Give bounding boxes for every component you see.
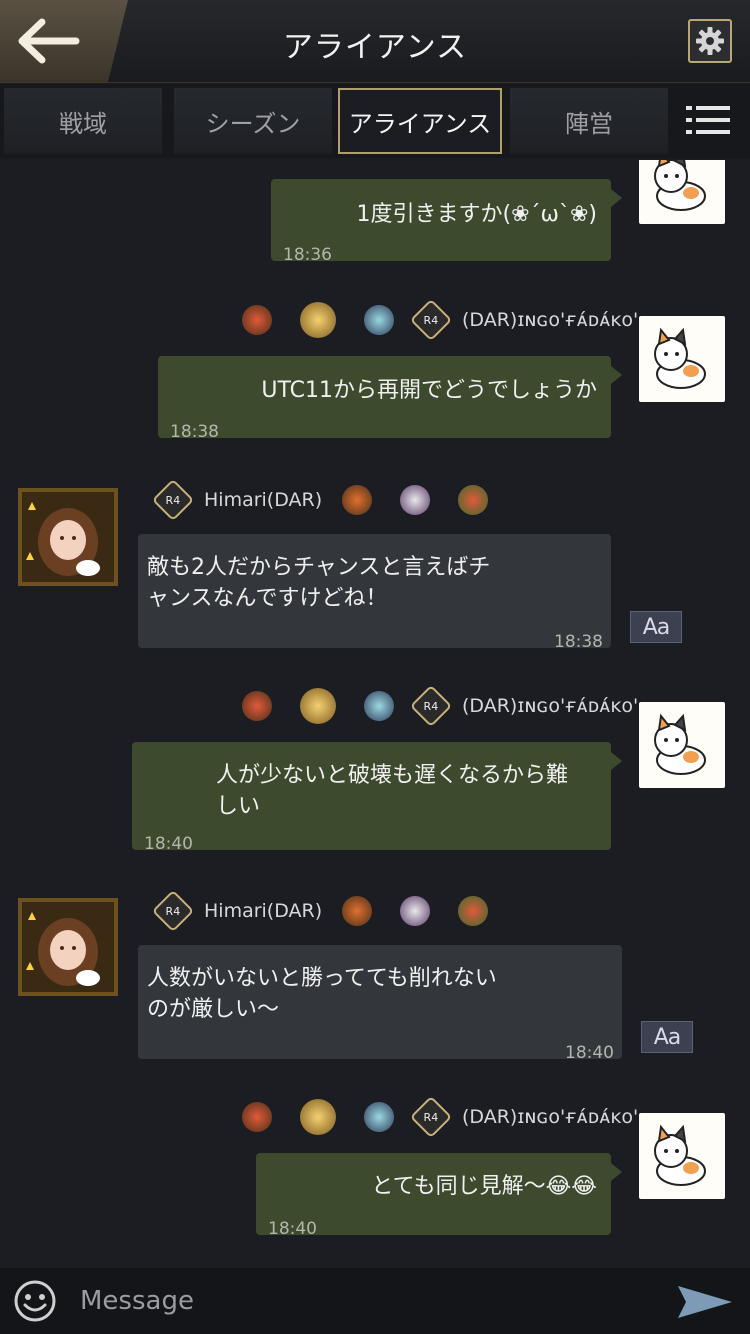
message-text: 人数がいないと勝ってても削れない のが厳しい〜 <box>147 966 497 1022</box>
avatar[interactable] <box>18 488 118 586</box>
message-text: 敵も2人だからチャンスと言えばチ ャンスなんですけどね！ <box>147 555 491 611</box>
avatar[interactable] <box>639 160 725 224</box>
gear-icon <box>696 27 724 55</box>
message-text: 1度引きますか(❀´ω`❀) <box>356 202 597 227</box>
gold-crest-badge-icon <box>300 302 336 338</box>
sender-name[interactable]: (DAR)ɪɴɢᴏ'ғᴀ́ᴅᴀ́ᴋᴏ' <box>462 309 638 331</box>
message-bubble[interactable]: 人が少ないと破壊も遅くなるから難 しい 18:40 <box>132 742 611 854</box>
message-bubble[interactable]: 敵も2人だからチャンスと言えばチ ャンスなんですけどね！ 18:38 <box>138 534 611 652</box>
sender-row: R4 (DAR)ɪɴɢᴏ'ғᴀ́ᴅᴀ́ᴋᴏ' <box>228 684 638 728</box>
rank-badge: R4 <box>409 298 453 342</box>
list-menu-icon[interactable] <box>686 104 730 136</box>
bubble-tail <box>611 189 622 207</box>
settings-button[interactable] <box>688 19 732 63</box>
message-text: とても同じ見解〜😂😂 <box>371 1174 597 1199</box>
tab-season[interactable]: シーズン <box>174 88 332 154</box>
shield-badge-icon <box>364 1102 394 1132</box>
rank-badge: R4 <box>151 478 195 522</box>
message-bubble[interactable]: とても同じ見解〜😂😂 18:40 <box>256 1153 611 1239</box>
wreath-badge-icon <box>458 485 489 515</box>
page-title: アライアンス <box>282 30 468 65</box>
tab-theater[interactable]: 戦域 <box>4 88 162 154</box>
cat-icon <box>654 327 706 389</box>
sender-name[interactable]: (DAR)ɪɴɢᴏ'ғᴀ́ᴅᴀ́ᴋᴏ' <box>462 1106 638 1128</box>
avatar[interactable] <box>18 898 118 996</box>
crest-badge-icon <box>342 485 373 515</box>
heart-badge-icon <box>242 691 272 721</box>
message-bubble[interactable]: 人数がいないと勝ってても削れない のが厳しい〜 18:40 <box>138 945 622 1063</box>
message-text: UTC11から再開でどうでしょうか <box>261 378 597 403</box>
crest-badge-icon <box>342 896 373 926</box>
header: アライアンス <box>0 0 750 83</box>
girl-portrait-icon <box>22 902 114 992</box>
cat-icon <box>654 713 706 775</box>
wreath-badge-icon <box>458 896 489 926</box>
sender-row: R4 Himari(DAR) <box>150 478 502 522</box>
heart-badge-icon <box>242 305 272 335</box>
tab-bar: 戦域 シーズン アライアンス 陣営 <box>0 84 750 158</box>
message-time: 18:40 <box>268 1219 317 1239</box>
bubble-tail <box>611 366 622 384</box>
message-time: 18:36 <box>283 245 332 265</box>
message-time: 18:38 <box>554 632 603 652</box>
bubble-tail <box>611 752 622 770</box>
rank-badge: R4 <box>409 1095 453 1139</box>
cat-icon <box>654 160 706 211</box>
sender-name[interactable]: (DAR)ɪɴɢᴏ'ғᴀ́ᴅᴀ́ᴋᴏ' <box>462 695 638 717</box>
number-badge-icon <box>400 485 431 515</box>
message-text: 人が少ないと破壊も遅くなるから難 しい <box>216 763 569 819</box>
sender-row: R4 (DAR)ɪɴɢᴏ'ғᴀ́ᴅᴀ́ᴋᴏ' <box>228 298 638 342</box>
tab-alliance[interactable]: アライアンス <box>338 88 502 154</box>
translate-button[interactable]: Aa <box>641 1021 693 1053</box>
message-time: 18:38 <box>170 422 219 442</box>
bubble-tail <box>611 1163 622 1181</box>
sender-row: R4 (DAR)ɪɴɢᴏ'ғᴀ́ᴅᴀ́ᴋᴏ' <box>228 1095 638 1139</box>
sender-row: R4 Himari(DAR) <box>150 889 502 933</box>
message-bubble[interactable]: 1度引きますか(❀´ω`❀) 18:36 <box>271 179 611 265</box>
rank-badge: R4 <box>151 889 195 933</box>
heart-badge-icon <box>242 1102 272 1132</box>
avatar[interactable] <box>639 316 725 402</box>
sender-name[interactable]: Himari(DAR) <box>204 489 322 511</box>
gold-crest-badge-icon <box>300 688 336 724</box>
avatar[interactable] <box>639 1113 725 1199</box>
shield-badge-icon <box>364 305 394 335</box>
chat-area[interactable]: 1度引きますか(❀´ω`❀) 18:36 R4 (DAR)ɪɴɢᴏ'ғᴀ́ᴅᴀ́… <box>0 160 750 1268</box>
gold-crest-badge-icon <box>300 1099 336 1135</box>
message-input-bar: Message <box>0 1268 750 1334</box>
tab-faction[interactable]: 陣営 <box>510 88 668 154</box>
smiley-icon[interactable] <box>14 1280 56 1322</box>
rank-badge: R4 <box>409 684 453 728</box>
message-time: 18:40 <box>565 1043 614 1063</box>
translate-button[interactable]: Aa <box>630 611 682 643</box>
shield-badge-icon <box>364 691 394 721</box>
message-time: 18:40 <box>144 834 193 854</box>
message-input[interactable]: Message <box>80 1280 640 1322</box>
cat-icon <box>654 1124 706 1186</box>
number-badge-icon <box>400 896 431 926</box>
send-arrow-icon[interactable] <box>676 1282 734 1322</box>
girl-portrait-icon <box>22 492 114 582</box>
sender-name[interactable]: Himari(DAR) <box>204 900 322 922</box>
message-bubble[interactable]: UTC11から再開でどうでしょうか 18:38 <box>158 356 611 442</box>
avatar[interactable] <box>639 702 725 788</box>
